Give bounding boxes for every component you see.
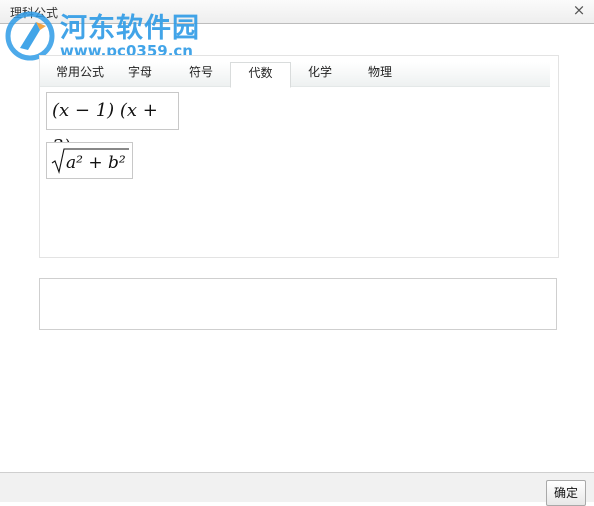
formula-item-factored-product[interactable]: (x − 1) (x + 3) [46,92,179,157]
tab-bar: 常用公式 字母 符号 代数 化学 物理 [40,62,550,88]
close-button[interactable]: × [570,1,588,19]
tab-algebra[interactable]: 代数 [230,62,291,88]
tab-symbols[interactable]: 符号 [174,62,228,87]
tab-chemistry[interactable]: 化学 [294,62,346,87]
tab-letters[interactable]: 字母 [114,62,166,87]
tab-label: 化学 [307,65,332,79]
formula-item-square-root[interactable]: a² + b² [46,142,133,179]
tab-physics[interactable]: 物理 [352,62,408,87]
tab-label: 字母 [127,65,152,79]
tab-label: 常用公式 [55,65,104,79]
formula-editor-input[interactable] [39,278,557,330]
close-icon: × [572,1,586,19]
formula-text: a² + b² [66,153,126,173]
tab-label: 物理 [367,65,392,79]
tab-label: 符号 [188,65,213,79]
tab-label: 代数 [248,66,273,80]
window-title: 理科公式 [10,6,59,20]
formula-render: a² + b² [51,148,129,174]
formula-panel: 常用公式 字母 符号 代数 化学 物理 (x − 1) (x + 3) a² +… [39,55,559,258]
dialog-footer: 确定 [0,472,594,506]
tab-common-formulas[interactable]: 常用公式 [48,62,112,87]
title-bar: 理科公式 × [0,0,594,24]
ok-button[interactable]: 确定 [546,480,586,506]
